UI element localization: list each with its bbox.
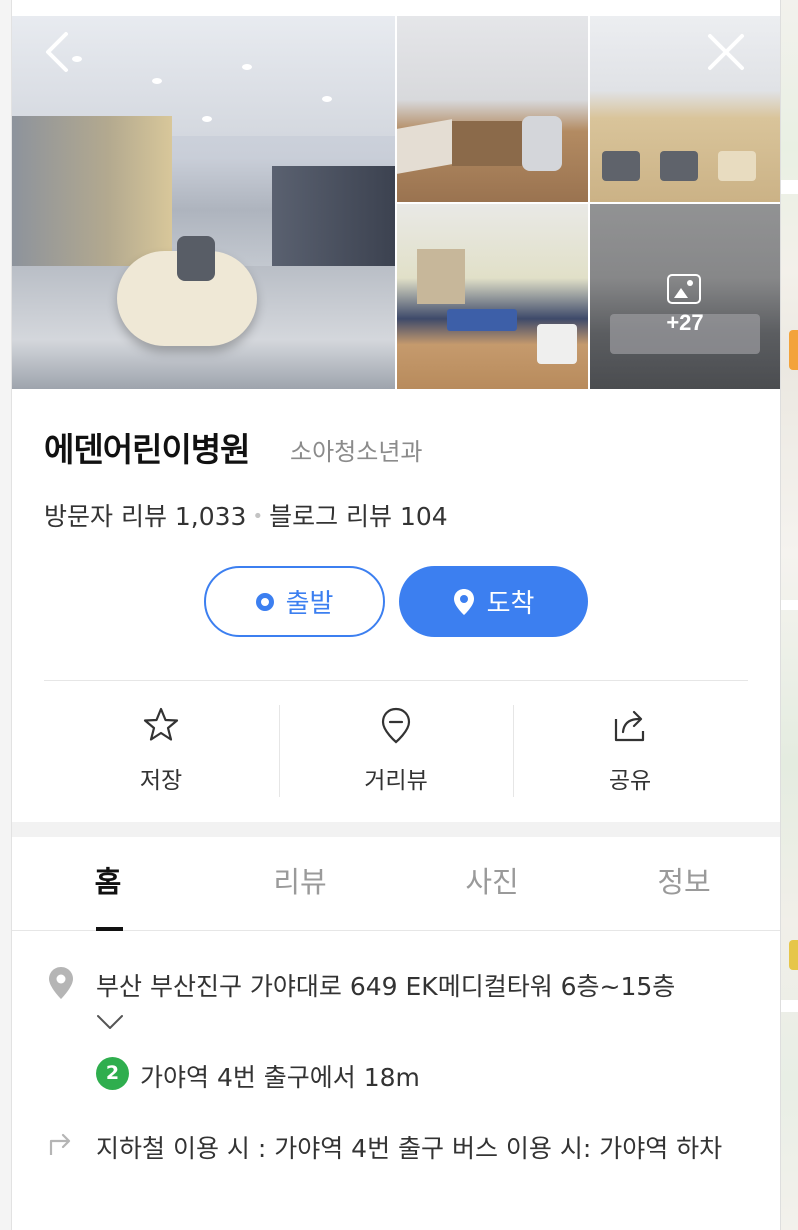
map-road — [781, 1000, 798, 1012]
street-view-icon — [381, 707, 411, 744]
address-text[interactable]: 부산 부산진구 가야대로 649 EK메디컬타워 6층~15층 — [96, 967, 675, 1003]
map-marker[interactable] — [789, 940, 798, 970]
divider — [44, 680, 748, 681]
chevron-down-icon[interactable] — [96, 1013, 124, 1031]
tab-photos[interactable]: 사진 — [396, 837, 588, 931]
subway-line-badge: 2 — [96, 1057, 129, 1090]
review-separator: • — [252, 506, 264, 527]
active-tab-indicator — [96, 927, 123, 931]
place-category: 소아청소년과 — [290, 438, 423, 466]
tab-reviews[interactable]: 리뷰 — [204, 837, 396, 931]
map-background[interactable] — [780, 0, 798, 1230]
review-summary: 방문자 리뷰 1,033 • 블로그 리뷰 104 — [44, 497, 448, 533]
save-label: 저장 — [139, 768, 183, 794]
save-button[interactable]: 저장 — [44, 705, 278, 797]
tab-bar: 홈 리뷰 사진 정보 — [12, 837, 780, 931]
share-button[interactable]: 공유 — [513, 705, 747, 797]
directions-text: 지하철 이용 시 : 가야역 4번 출구 버스 이용 시: 가야역 하차 — [96, 1134, 723, 1163]
place-detail-panel: +27 에덴어린이병원 소아청소년과 방문자 리뷰 1,033 • 블로그 리뷰 1… — [12, 0, 780, 1230]
photo-ward-room[interactable] — [397, 204, 588, 389]
map-road — [781, 600, 798, 610]
tab-home[interactable]: 홈 — [12, 837, 204, 931]
route-arrive-button[interactable]: 도착 — [399, 566, 588, 637]
more-photos-count: +27 — [666, 310, 704, 335]
photo-waiting-seats[interactable] — [590, 16, 780, 202]
star-icon — [143, 707, 179, 741]
close-icon[interactable] — [704, 30, 748, 74]
location-pin-icon — [49, 967, 73, 999]
street-view-label: 거리뷰 — [364, 768, 428, 794]
photo-gallery: +27 — [12, 16, 780, 389]
more-photos-button[interactable]: +27 — [590, 204, 780, 389]
location-pin-icon — [453, 588, 474, 615]
image-icon — [667, 274, 701, 304]
visitor-review-link[interactable]: 방문자 리뷰 1,033 — [44, 502, 246, 531]
route-start-button[interactable]: 출발 — [204, 566, 385, 637]
tab-info[interactable]: 정보 — [588, 837, 780, 931]
place-name: 에덴어린이병원 — [44, 430, 251, 469]
chevron-left-icon[interactable] — [40, 30, 76, 74]
window-left-edge — [0, 0, 12, 1230]
directions-turn-icon — [49, 1133, 71, 1155]
route-arrive-label: 도착 — [486, 589, 535, 619]
subway-exit-text: 가야역 4번 출구에서 18m — [140, 1063, 420, 1092]
map-marker[interactable] — [789, 330, 798, 370]
blog-review-link[interactable]: 블로그 리뷰 104 — [269, 502, 448, 531]
share-label: 공유 — [608, 768, 652, 794]
photo-exam-room[interactable] — [397, 16, 588, 202]
origin-dot-icon — [255, 592, 274, 611]
map-road — [781, 180, 798, 194]
route-start-label: 출발 — [285, 589, 334, 619]
street-view-button[interactable]: 거리뷰 — [279, 705, 513, 797]
section-divider — [12, 822, 780, 837]
share-icon — [614, 710, 645, 742]
